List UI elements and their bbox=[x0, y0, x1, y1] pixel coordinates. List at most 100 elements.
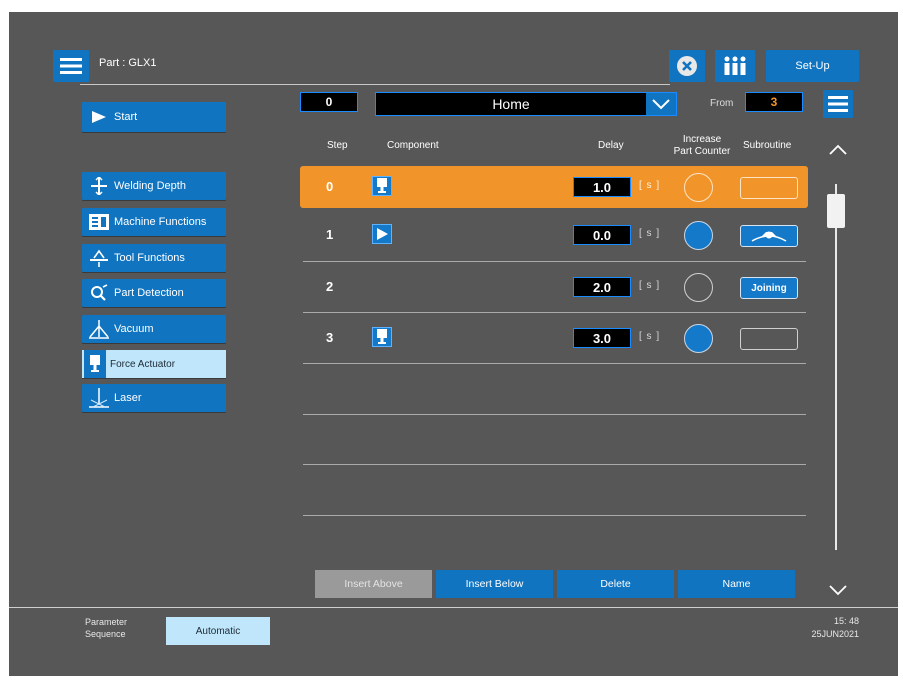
sequence-number-field[interactable]: 0 bbox=[300, 92, 358, 112]
delay-field[interactable]: 3.0 bbox=[573, 328, 631, 348]
delay-value: 0.0 bbox=[592, 227, 612, 243]
insert-above-label: Insert Above bbox=[344, 578, 403, 590]
mode-button[interactable]: Automatic bbox=[166, 617, 270, 645]
table-row[interactable]: 3 3.0 [ s ] bbox=[300, 317, 808, 359]
part-counter-toggle[interactable] bbox=[684, 221, 713, 250]
subroutine-label: Joining bbox=[751, 282, 787, 294]
delay-unit: [ s ] bbox=[639, 180, 661, 191]
from-label: From bbox=[710, 98, 734, 109]
delay-value: 3.0 bbox=[592, 330, 612, 346]
insert-below-button[interactable]: Insert Below bbox=[436, 570, 553, 598]
play-icon[interactable] bbox=[372, 224, 392, 244]
column-header-increase-part-counter: Increase Part Counter bbox=[665, 134, 739, 158]
clock: 15: 48 25JUN2021 bbox=[809, 615, 859, 641]
from-field[interactable]: 3 bbox=[745, 92, 803, 112]
step-number: 1 bbox=[326, 227, 334, 242]
sidebar-item-vacuum[interactable]: Vacuum bbox=[82, 315, 226, 343]
delete-button[interactable]: Delete bbox=[557, 570, 674, 598]
clock-time: 15: 48 bbox=[833, 616, 859, 626]
mode-label-line2: Sequence bbox=[85, 629, 126, 639]
app-window: Part : GLX1 Set-Up Start Welding Depth M… bbox=[9, 12, 898, 676]
column-header-step: Step bbox=[327, 140, 348, 151]
header-divider bbox=[80, 84, 670, 85]
scroll-thumb[interactable] bbox=[827, 194, 845, 228]
sidebar-item-part-detection[interactable]: Part Detection bbox=[82, 279, 226, 307]
scroll-down-button[interactable] bbox=[823, 580, 853, 600]
main-menu-button[interactable] bbox=[53, 50, 89, 82]
sidebar-item-label: Vacuum bbox=[114, 323, 154, 335]
subroutine-button[interactable] bbox=[740, 328, 798, 350]
chevron-down-icon bbox=[829, 585, 847, 596]
table-row[interactable]: 1 0.0 [ s ] bbox=[300, 214, 808, 256]
sidebar-item-laser[interactable]: Laser bbox=[82, 384, 226, 412]
column-header-component: Component bbox=[387, 140, 439, 151]
from-value: 3 bbox=[770, 95, 778, 109]
start-button[interactable]: Start bbox=[82, 102, 226, 132]
force-actuator-icon bbox=[84, 350, 106, 378]
scroll-track[interactable] bbox=[835, 184, 837, 550]
insert-above-button[interactable]: Insert Above bbox=[315, 570, 432, 598]
mode-label: Parameter Sequence bbox=[85, 616, 127, 640]
table-row[interactable]: 0 1.0 [ s ] bbox=[300, 166, 808, 208]
sequence-menu-button[interactable] bbox=[823, 90, 853, 118]
part-label: Part : GLX1 bbox=[99, 57, 157, 69]
close-button[interactable] bbox=[669, 50, 705, 82]
sidebar-item-machine-functions[interactable]: Machine Functions bbox=[82, 208, 226, 236]
users-button[interactable] bbox=[715, 50, 755, 82]
welding-depth-icon bbox=[88, 176, 110, 196]
subroutine-button[interactable]: Joining bbox=[740, 277, 798, 299]
column-header-increase-line2: Part Counter bbox=[673, 146, 731, 157]
subroutine-button[interactable] bbox=[740, 225, 798, 247]
dropdown-toggle[interactable] bbox=[646, 93, 676, 115]
part-detection-icon bbox=[88, 283, 110, 303]
sidebar-item-label: Machine Functions bbox=[114, 216, 207, 228]
sidebar-item-label: Part Detection bbox=[114, 287, 184, 299]
table-row[interactable]: 2 2.0 [ s ] Joining bbox=[300, 266, 808, 308]
pickup-icon bbox=[751, 231, 787, 242]
name-label: Name bbox=[722, 578, 751, 590]
delay-value: 2.0 bbox=[592, 279, 612, 295]
part-counter-toggle[interactable] bbox=[684, 273, 713, 302]
chevron-up-icon bbox=[829, 144, 847, 155]
sidebar-item-welding-depth[interactable]: Welding Depth bbox=[82, 172, 226, 200]
close-icon bbox=[677, 56, 697, 76]
insert-below-label: Insert Below bbox=[465, 578, 524, 590]
setup-label: Set-Up bbox=[795, 60, 830, 72]
hamburger-icon bbox=[60, 58, 82, 74]
sequence-number: 0 bbox=[325, 95, 333, 109]
laser-icon bbox=[88, 388, 110, 408]
row-divider bbox=[303, 464, 806, 465]
sidebar-item-label: Tool Functions bbox=[114, 252, 185, 264]
subroutine-button[interactable] bbox=[740, 177, 798, 199]
column-header-increase-line1: Increase bbox=[682, 134, 722, 145]
part-counter-toggle[interactable] bbox=[684, 173, 713, 202]
chevron-down-icon bbox=[652, 99, 670, 110]
force-actuator-icon[interactable] bbox=[372, 327, 392, 347]
sequence-name-dropdown[interactable]: Home bbox=[375, 92, 677, 116]
sidebar-item-label: Welding Depth bbox=[114, 180, 186, 192]
force-actuator-icon[interactable] bbox=[372, 176, 392, 196]
step-number: 3 bbox=[326, 330, 334, 345]
name-button[interactable]: Name bbox=[678, 570, 795, 598]
row-divider bbox=[303, 312, 806, 313]
clock-date: 25JUN2021 bbox=[811, 629, 859, 639]
users-icon bbox=[724, 56, 746, 75]
delay-field[interactable]: 0.0 bbox=[573, 225, 631, 245]
delay-field[interactable]: 2.0 bbox=[573, 277, 631, 297]
delay-unit: [ s ] bbox=[639, 280, 661, 291]
scroll-up-button[interactable] bbox=[823, 140, 853, 160]
step-number: 0 bbox=[326, 179, 334, 194]
tool-functions-icon bbox=[88, 248, 110, 268]
delay-field[interactable]: 1.0 bbox=[573, 177, 631, 197]
sidebar-item-label: Laser bbox=[114, 392, 142, 404]
machine-functions-icon bbox=[88, 212, 110, 232]
delay-unit: [ s ] bbox=[639, 331, 661, 342]
row-divider bbox=[303, 261, 806, 262]
setup-button[interactable]: Set-Up bbox=[766, 50, 859, 82]
sidebar-item-tool-functions[interactable]: Tool Functions bbox=[82, 244, 226, 272]
row-divider bbox=[303, 363, 806, 364]
part-counter-toggle[interactable] bbox=[684, 324, 713, 353]
column-header-subroutine: Subroutine bbox=[743, 140, 792, 151]
sidebar-item-force-actuator[interactable]: Force Actuator bbox=[82, 350, 226, 378]
vacuum-icon bbox=[88, 319, 110, 339]
